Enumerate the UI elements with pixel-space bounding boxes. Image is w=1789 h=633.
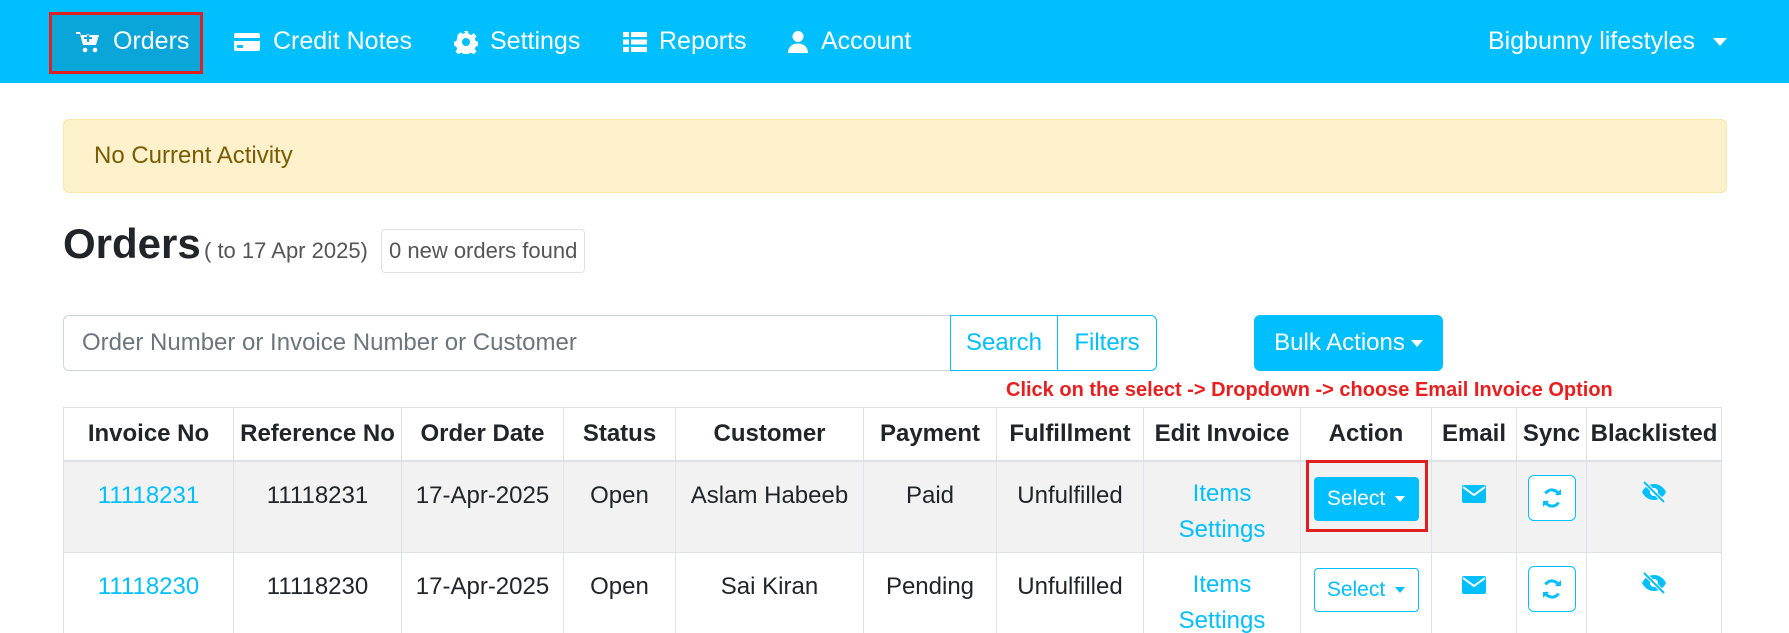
edit-items-link[interactable]: Items bbox=[1144, 476, 1300, 512]
top-navbar: Orders Credit Notes Settings Reports Acc… bbox=[0, 0, 1789, 83]
column-header: Action bbox=[1300, 407, 1432, 462]
email-cell bbox=[1431, 460, 1517, 553]
order-date-cell: 17-Apr-2025 bbox=[401, 460, 564, 553]
column-header[interactable]: Payment bbox=[863, 407, 997, 462]
activity-alert-text: No Current Activity bbox=[94, 142, 293, 169]
nav-item-orders-label: Orders bbox=[113, 27, 190, 55]
blacklisted-cell bbox=[1586, 552, 1722, 633]
envelope-icon[interactable] bbox=[1462, 576, 1486, 594]
status-cell: Open bbox=[563, 460, 676, 553]
gear-icon bbox=[454, 30, 478, 54]
chevron-down-icon bbox=[1410, 339, 1423, 347]
page-title: Orders bbox=[63, 220, 201, 267]
filters-button[interactable]: Filters bbox=[1057, 315, 1157, 371]
column-header[interactable]: Fulfillment bbox=[996, 407, 1144, 462]
nav-item-account[interactable]: Account bbox=[787, 0, 911, 83]
instruction-annotation: Click on the select -> Dropdown -> choos… bbox=[1006, 379, 1613, 401]
cart-icon bbox=[76, 31, 99, 52]
column-header: Email bbox=[1431, 407, 1517, 462]
customer-cell: Aslam Habeeb bbox=[675, 460, 864, 553]
sync-cell bbox=[1516, 552, 1587, 633]
edit-settings-link[interactable]: Settings bbox=[1144, 512, 1300, 548]
invoice-link[interactable]: 11118230 bbox=[63, 552, 234, 633]
search-button[interactable]: Search bbox=[950, 315, 1058, 371]
edit-settings-link[interactable]: Settings bbox=[1144, 603, 1300, 633]
blacklisted-cell bbox=[1586, 460, 1722, 553]
date-range-text: ( to 17 Apr 2025) bbox=[204, 238, 368, 263]
fulfillment-cell: Unfulfilled bbox=[996, 460, 1144, 553]
refresh-icon bbox=[1542, 487, 1561, 508]
column-header[interactable]: Status bbox=[563, 407, 676, 462]
envelope-icon[interactable] bbox=[1462, 484, 1486, 503]
action-select-dropdown[interactable]: Select bbox=[1313, 476, 1419, 521]
email-cell bbox=[1431, 552, 1517, 633]
bulk-actions-label: Bulk Actions bbox=[1274, 329, 1405, 356]
chevron-down-icon bbox=[1395, 587, 1406, 593]
edit-items-link[interactable]: Items bbox=[1144, 567, 1300, 603]
action-select-dropdown[interactable]: Select bbox=[1313, 568, 1419, 612]
invoice-link[interactable]: 11118231 bbox=[63, 460, 234, 553]
nav-item-settings[interactable]: Settings bbox=[454, 0, 580, 83]
user-icon bbox=[788, 30, 808, 53]
list-icon bbox=[623, 31, 647, 52]
credit-card-icon bbox=[234, 32, 260, 51]
orders-table: Invoice No Reference No Order Date Statu… bbox=[63, 407, 1722, 633]
action-select-label: Select bbox=[1326, 486, 1386, 510]
refresh-icon bbox=[1542, 579, 1561, 599]
nav-item-reports[interactable]: Reports bbox=[623, 0, 747, 83]
column-header: Sync bbox=[1516, 407, 1587, 462]
table-row: 11118231 11118231 17-Apr-2025 Open Aslam… bbox=[63, 460, 1722, 553]
order-date-cell: 17-Apr-2025 bbox=[401, 552, 564, 633]
status-cell: Open bbox=[563, 552, 676, 633]
fulfillment-cell: Unfulfilled bbox=[996, 552, 1144, 633]
search-input[interactable] bbox=[63, 315, 951, 371]
store-dropdown[interactable]: Bigbunny lifestyles bbox=[1488, 0, 1728, 83]
nav-item-settings-label: Settings bbox=[490, 27, 581, 55]
reference-cell: 11118230 bbox=[233, 552, 402, 633]
column-header[interactable]: Order Date bbox=[401, 407, 564, 462]
nav-item-credit-notes[interactable]: Credit Notes bbox=[233, 0, 412, 83]
nav-item-reports-label: Reports bbox=[659, 27, 747, 55]
bulk-actions-button[interactable]: Bulk Actions bbox=[1254, 315, 1443, 371]
action-select-label: Select bbox=[1326, 578, 1386, 601]
payment-cell: Paid bbox=[863, 460, 997, 553]
activity-alert: No Current Activity bbox=[63, 119, 1727, 193]
action-cell: Select bbox=[1300, 552, 1432, 633]
column-header[interactable]: Invoice No bbox=[63, 407, 234, 462]
chevron-down-icon bbox=[1395, 495, 1406, 502]
eye-slash-icon[interactable] bbox=[1640, 572, 1668, 594]
edit-invoice-cell: Items Settings bbox=[1143, 552, 1301, 633]
chevron-down-icon bbox=[1713, 37, 1728, 46]
payment-cell: Pending bbox=[863, 552, 997, 633]
eye-slash-icon[interactable] bbox=[1640, 480, 1668, 503]
table-row: 11118230 11118230 17-Apr-2025 Open Sai K… bbox=[63, 552, 1722, 633]
sync-button[interactable] bbox=[1527, 566, 1576, 612]
nav-item-orders[interactable]: Orders bbox=[75, 0, 189, 83]
reference-cell: 11118231 bbox=[233, 460, 402, 553]
table-header-row: Invoice No Reference No Order Date Statu… bbox=[63, 407, 1722, 462]
nav-item-account-label: Account bbox=[821, 27, 912, 55]
column-header[interactable]: Reference No bbox=[233, 407, 402, 462]
column-header[interactable]: Customer bbox=[675, 407, 864, 462]
sync-button[interactable] bbox=[1527, 474, 1576, 521]
new-orders-badge: 0 new orders found bbox=[381, 229, 586, 273]
column-header: Blacklisted bbox=[1586, 407, 1722, 462]
sync-cell bbox=[1516, 460, 1587, 553]
store-name: Bigbunny lifestyles bbox=[1488, 27, 1696, 55]
action-cell: Select bbox=[1300, 460, 1432, 553]
column-header: Edit Invoice bbox=[1143, 407, 1301, 462]
edit-invoice-cell: Items Settings bbox=[1143, 460, 1301, 553]
customer-cell: Sai Kiran bbox=[675, 552, 864, 633]
nav-item-credit-notes-label: Credit Notes bbox=[273, 27, 412, 55]
